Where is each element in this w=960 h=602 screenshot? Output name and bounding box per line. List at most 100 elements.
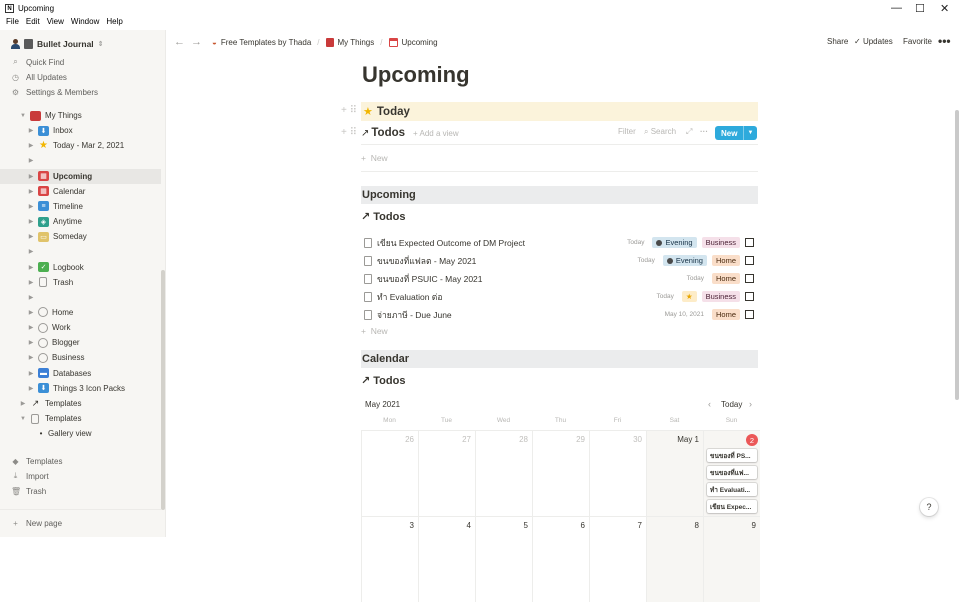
- calendar-day-cell[interactable]: 3: [361, 516, 418, 602]
- calendar-day-cell[interactable]: 8: [646, 516, 703, 602]
- sidebar-settings[interactable]: ⚙ Settings & Members: [11, 85, 98, 99]
- sidebar-item-gallery-view[interactable]: • Gallery view: [0, 426, 161, 441]
- chevron-right-icon[interactable]: ▶: [19, 400, 27, 407]
- breadcrumb-templates[interactable]: ◒ Free Templates by Thada: [212, 38, 311, 47]
- new-row-button[interactable]: + New: [361, 153, 388, 163]
- sidebar-item-business[interactable]: ▶ Business: [0, 350, 161, 365]
- chevron-right-icon[interactable]: ▶: [27, 218, 35, 225]
- todos-subheading[interactable]: ↗ Todos: [361, 210, 405, 223]
- chevron-right-icon[interactable]: ▶: [27, 127, 35, 134]
- sidebar-item-blogger[interactable]: ▶ Blogger: [0, 335, 161, 350]
- sidebar-item-calendar[interactable]: ▶ ▦ Calendar: [0, 184, 161, 199]
- chevron-right-icon[interactable]: ▶: [27, 370, 35, 377]
- chevron-right-icon[interactable]: ▶: [27, 309, 35, 316]
- more-icon[interactable]: ···: [700, 127, 708, 136]
- share-button[interactable]: Share: [827, 37, 848, 46]
- chevron-right-icon[interactable]: ▶: [27, 385, 35, 392]
- maximize-icon[interactable]: ☐: [915, 2, 925, 15]
- sidebar-quick-find[interactable]: ⌕ Quick Find: [11, 55, 64, 69]
- add-block-icon[interactable]: + ⠿: [341, 105, 357, 116]
- workspace-switcher[interactable]: Bullet Journal ⇕: [11, 37, 104, 51]
- sidebar-item-databases[interactable]: ▶ ▬ Databases: [0, 366, 161, 381]
- sidebar-item-templates[interactable]: ▶ ↗ Templates: [0, 396, 161, 411]
- sidebar-item-empty[interactable]: ▶: [0, 153, 161, 168]
- calendar-day-cell[interactable]: 30: [589, 430, 646, 516]
- calendar-event-card[interactable]: ทำ Evaluati...: [707, 483, 757, 496]
- sidebar-item-home[interactable]: ▶ Home: [0, 305, 161, 320]
- chevron-right-icon[interactable]: ▶: [27, 173, 35, 180]
- sidebar-item-someday[interactable]: ▶ ▭ Someday: [0, 229, 161, 244]
- more-icon[interactable]: •••: [938, 34, 951, 48]
- menu-view[interactable]: View: [47, 17, 64, 30]
- sidebar-trash[interactable]: 🗑 Trash: [11, 484, 46, 498]
- sidebar-templates[interactable]: ◆ Templates: [11, 454, 62, 468]
- add-view-button[interactable]: + Add a view: [413, 129, 459, 138]
- calendar-day-cell[interactable]: 7: [589, 516, 646, 602]
- chevron-left-icon[interactable]: ‹: [708, 399, 711, 409]
- updates-button[interactable]: ✓ Updates: [854, 37, 893, 46]
- chevron-right-icon[interactable]: ▶: [27, 157, 35, 164]
- breadcrumb-my-things[interactable]: My Things: [325, 37, 374, 47]
- calendar-day-cell[interactable]: May 1: [646, 430, 703, 516]
- favorite-button[interactable]: Favorite: [903, 37, 932, 46]
- breadcrumb-upcoming[interactable]: Upcoming: [388, 37, 438, 47]
- sidebar-item-work[interactable]: ▶ Work: [0, 320, 161, 335]
- list-item[interactable]: จ่ายภาษี - Due June May 10, 2021 Home: [361, 307, 758, 322]
- search-button[interactable]: ⌕ Search: [644, 127, 676, 137]
- chevron-down-icon[interactable]: ▼: [743, 126, 753, 140]
- chevron-right-icon[interactable]: ▶: [27, 142, 35, 149]
- filter-button[interactable]: Filter: [618, 127, 636, 136]
- chevron-right-icon[interactable]: ▶: [27, 248, 35, 255]
- list-item[interactable]: ขนของที่แฟลต - May 2021 Today Evening Home: [361, 253, 758, 268]
- calendar-day-cell[interactable]: 27: [418, 430, 475, 516]
- chevron-right-icon[interactable]: ▶: [27, 354, 35, 361]
- sidebar-all-updates[interactable]: ◷ All Updates: [11, 70, 67, 84]
- new-page-button[interactable]: + New page: [11, 516, 62, 530]
- menu-edit[interactable]: Edit: [26, 17, 40, 30]
- sidebar-item-inbox[interactable]: ▶ ⬇ Inbox: [0, 123, 161, 138]
- calendar-day-cell[interactable]: 26: [361, 430, 418, 516]
- sidebar-import[interactable]: ⤓ Import: [11, 469, 49, 483]
- menu-file[interactable]: File: [6, 17, 19, 30]
- todos-subheading[interactable]: ↗ Todos: [361, 374, 405, 387]
- minimize-icon[interactable]: —: [891, 2, 902, 14]
- chevron-right-icon[interactable]: ▶: [27, 203, 35, 210]
- checkbox[interactable]: [745, 292, 754, 301]
- calendar-day-cell[interactable]: 29: [532, 430, 589, 516]
- chevron-right-icon[interactable]: ▶: [27, 324, 35, 331]
- chevron-right-icon[interactable]: ▶: [27, 233, 35, 240]
- new-row-button[interactable]: + New: [361, 326, 388, 336]
- sidebar-item-trash[interactable]: ▶ Trash: [0, 275, 161, 290]
- checkbox[interactable]: [745, 238, 754, 247]
- sidebar-item-things-3-icon-packs[interactable]: ▶ ⬇ Things 3 Icon Packs: [0, 381, 161, 396]
- calendar-day-cell[interactable]: 4: [418, 516, 475, 602]
- chevron-right-icon[interactable]: ▶: [27, 188, 35, 195]
- checkbox[interactable]: [745, 274, 754, 283]
- list-item[interactable]: ขนของที่ PSUIC - May 2021 Today Home: [361, 271, 758, 286]
- calendar-today-button[interactable]: Today: [721, 400, 742, 409]
- forward-arrow-icon[interactable]: →: [191, 36, 202, 48]
- page-scrollbar[interactable]: [955, 110, 959, 400]
- chevron-down-icon[interactable]: ▼: [19, 416, 27, 422]
- sidebar-item-templates[interactable]: ▼ Templates: [0, 411, 161, 426]
- chevron-right-icon[interactable]: ▶: [27, 294, 35, 301]
- help-button[interactable]: ?: [920, 498, 938, 516]
- calendar-day-cell[interactable]: 2 ขนของที่ PS... ขนของที่แฟ... ทำ Evaluati.…: [703, 430, 760, 516]
- add-block-icon[interactable]: + ⠿: [341, 127, 357, 138]
- chevron-right-icon[interactable]: ▶: [27, 339, 35, 346]
- menu-help[interactable]: Help: [106, 17, 122, 30]
- view-title[interactable]: Todos: [371, 127, 405, 139]
- calendar-event-card[interactable]: ขนของที่ PS...: [707, 449, 757, 462]
- list-item[interactable]: ทำ Evaluation ต่อ Today ★ Business: [361, 289, 758, 304]
- sidebar-item-logbook[interactable]: ▶ ✓ Logbook: [0, 260, 161, 275]
- calendar-day-cell[interactable]: 6: [532, 516, 589, 602]
- new-button[interactable]: New ▼: [715, 126, 757, 140]
- sidebar-item-timeline[interactable]: ▶ ≡ Timeline: [0, 199, 161, 214]
- back-arrow-icon[interactable]: ←: [174, 36, 185, 48]
- calendar-day-cell[interactable]: 5: [475, 516, 532, 602]
- close-icon[interactable]: ✕: [940, 2, 949, 15]
- expand-icon[interactable]: ⤢: [686, 127, 692, 137]
- chevron-right-icon[interactable]: ▶: [27, 264, 35, 271]
- calendar-event-card[interactable]: เขียน Expec...: [707, 500, 757, 513]
- sidebar-item-anytime[interactable]: ▶ ◈ Anytime: [0, 214, 161, 229]
